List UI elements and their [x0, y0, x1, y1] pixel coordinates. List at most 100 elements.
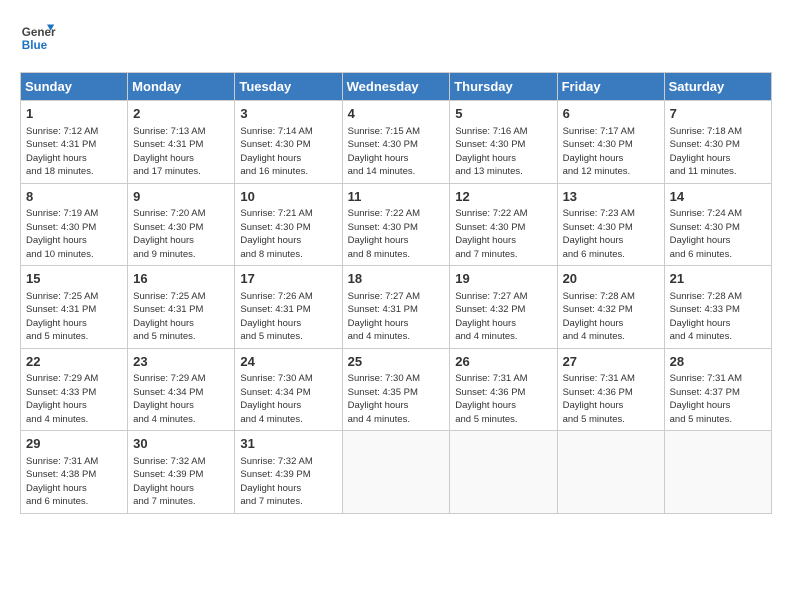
day-number: 30 [133, 435, 229, 453]
calendar-cell: 15 Sunrise: 7:25 AMSunset: 4:31 PMDaylig… [21, 266, 128, 349]
logo: General Blue [20, 20, 56, 56]
calendar-cell: 8 Sunrise: 7:19 AMSunset: 4:30 PMDayligh… [21, 183, 128, 266]
calendar-cell: 19 Sunrise: 7:27 AMSunset: 4:32 PMDaylig… [450, 266, 557, 349]
calendar-cell: 3 Sunrise: 7:14 AMSunset: 4:30 PMDayligh… [235, 101, 342, 184]
day-number: 9 [133, 188, 229, 206]
weekday-header-monday: Monday [128, 73, 235, 101]
day-number: 27 [563, 353, 659, 371]
calendar-cell: 4 Sunrise: 7:15 AMSunset: 4:30 PMDayligh… [342, 101, 450, 184]
day-number: 22 [26, 353, 122, 371]
calendar-cell: 30 Sunrise: 7:32 AMSunset: 4:39 PMDaylig… [128, 431, 235, 514]
day-number: 29 [26, 435, 122, 453]
day-number: 11 [348, 188, 445, 206]
calendar-cell [664, 431, 771, 514]
calendar-cell: 29 Sunrise: 7:31 AMSunset: 4:38 PMDaylig… [21, 431, 128, 514]
calendar-cell: 17 Sunrise: 7:26 AMSunset: 4:31 PMDaylig… [235, 266, 342, 349]
weekday-header-sunday: Sunday [21, 73, 128, 101]
day-number: 7 [670, 105, 766, 123]
day-info: Sunrise: 7:25 AMSunset: 4:31 PMDaylight … [133, 291, 205, 343]
day-info: Sunrise: 7:30 AMSunset: 4:35 PMDaylight … [348, 373, 420, 425]
day-info: Sunrise: 7:23 AMSunset: 4:30 PMDaylight … [563, 208, 635, 260]
calendar-week-2: 8 Sunrise: 7:19 AMSunset: 4:30 PMDayligh… [21, 183, 772, 266]
day-info: Sunrise: 7:29 AMSunset: 4:33 PMDaylight … [26, 373, 98, 425]
calendar-cell [450, 431, 557, 514]
day-info: Sunrise: 7:14 AMSunset: 4:30 PMDaylight … [240, 126, 312, 178]
day-number: 10 [240, 188, 336, 206]
weekday-header-wednesday: Wednesday [342, 73, 450, 101]
day-number: 20 [563, 270, 659, 288]
calendar-cell: 11 Sunrise: 7:22 AMSunset: 4:30 PMDaylig… [342, 183, 450, 266]
calendar-week-4: 22 Sunrise: 7:29 AMSunset: 4:33 PMDaylig… [21, 348, 772, 431]
calendar-cell: 16 Sunrise: 7:25 AMSunset: 4:31 PMDaylig… [128, 266, 235, 349]
day-number: 28 [670, 353, 766, 371]
day-info: Sunrise: 7:27 AMSunset: 4:32 PMDaylight … [455, 291, 527, 343]
day-info: Sunrise: 7:22 AMSunset: 4:30 PMDaylight … [455, 208, 527, 260]
calendar-cell: 28 Sunrise: 7:31 AMSunset: 4:37 PMDaylig… [664, 348, 771, 431]
day-number: 4 [348, 105, 445, 123]
calendar-week-1: 1 Sunrise: 7:12 AMSunset: 4:31 PMDayligh… [21, 101, 772, 184]
calendar-cell: 21 Sunrise: 7:28 AMSunset: 4:33 PMDaylig… [664, 266, 771, 349]
weekday-header-friday: Friday [557, 73, 664, 101]
calendar-cell [557, 431, 664, 514]
calendar-cell: 22 Sunrise: 7:29 AMSunset: 4:33 PMDaylig… [21, 348, 128, 431]
day-number: 14 [670, 188, 766, 206]
day-info: Sunrise: 7:25 AMSunset: 4:31 PMDaylight … [26, 291, 98, 343]
weekday-header-thursday: Thursday [450, 73, 557, 101]
day-number: 25 [348, 353, 445, 371]
calendar-cell: 24 Sunrise: 7:30 AMSunset: 4:34 PMDaylig… [235, 348, 342, 431]
day-number: 12 [455, 188, 551, 206]
day-info: Sunrise: 7:19 AMSunset: 4:30 PMDaylight … [26, 208, 98, 260]
calendar-cell: 5 Sunrise: 7:16 AMSunset: 4:30 PMDayligh… [450, 101, 557, 184]
day-info: Sunrise: 7:26 AMSunset: 4:31 PMDaylight … [240, 291, 312, 343]
weekday-header-tuesday: Tuesday [235, 73, 342, 101]
day-info: Sunrise: 7:16 AMSunset: 4:30 PMDaylight … [455, 126, 527, 178]
weekday-header-saturday: Saturday [664, 73, 771, 101]
day-info: Sunrise: 7:24 AMSunset: 4:30 PMDaylight … [670, 208, 742, 260]
day-info: Sunrise: 7:31 AMSunset: 4:37 PMDaylight … [670, 373, 742, 425]
svg-text:Blue: Blue [22, 39, 48, 52]
day-info: Sunrise: 7:32 AMSunset: 4:39 PMDaylight … [133, 456, 205, 508]
page-header: General Blue [20, 20, 772, 56]
calendar-cell: 23 Sunrise: 7:29 AMSunset: 4:34 PMDaylig… [128, 348, 235, 431]
day-number: 23 [133, 353, 229, 371]
calendar-cell: 31 Sunrise: 7:32 AMSunset: 4:39 PMDaylig… [235, 431, 342, 514]
day-info: Sunrise: 7:18 AMSunset: 4:30 PMDaylight … [670, 126, 742, 178]
day-info: Sunrise: 7:29 AMSunset: 4:34 PMDaylight … [133, 373, 205, 425]
calendar-cell: 9 Sunrise: 7:20 AMSunset: 4:30 PMDayligh… [128, 183, 235, 266]
logo-icon: General Blue [20, 20, 56, 56]
calendar-cell: 13 Sunrise: 7:23 AMSunset: 4:30 PMDaylig… [557, 183, 664, 266]
day-number: 3 [240, 105, 336, 123]
day-info: Sunrise: 7:30 AMSunset: 4:34 PMDaylight … [240, 373, 312, 425]
calendar-week-5: 29 Sunrise: 7:31 AMSunset: 4:38 PMDaylig… [21, 431, 772, 514]
calendar-cell [342, 431, 450, 514]
day-info: Sunrise: 7:12 AMSunset: 4:31 PMDaylight … [26, 126, 98, 178]
calendar-body: 1 Sunrise: 7:12 AMSunset: 4:31 PMDayligh… [21, 101, 772, 514]
day-number: 17 [240, 270, 336, 288]
calendar-table: SundayMondayTuesdayWednesdayThursdayFrid… [20, 72, 772, 514]
day-info: Sunrise: 7:31 AMSunset: 4:36 PMDaylight … [563, 373, 635, 425]
day-info: Sunrise: 7:20 AMSunset: 4:30 PMDaylight … [133, 208, 205, 260]
day-number: 13 [563, 188, 659, 206]
day-number: 6 [563, 105, 659, 123]
calendar-cell: 1 Sunrise: 7:12 AMSunset: 4:31 PMDayligh… [21, 101, 128, 184]
day-info: Sunrise: 7:31 AMSunset: 4:38 PMDaylight … [26, 456, 98, 508]
calendar-cell: 26 Sunrise: 7:31 AMSunset: 4:36 PMDaylig… [450, 348, 557, 431]
day-info: Sunrise: 7:32 AMSunset: 4:39 PMDaylight … [240, 456, 312, 508]
calendar-cell: 20 Sunrise: 7:28 AMSunset: 4:32 PMDaylig… [557, 266, 664, 349]
calendar-cell: 2 Sunrise: 7:13 AMSunset: 4:31 PMDayligh… [128, 101, 235, 184]
day-number: 16 [133, 270, 229, 288]
calendar-cell: 25 Sunrise: 7:30 AMSunset: 4:35 PMDaylig… [342, 348, 450, 431]
day-info: Sunrise: 7:27 AMSunset: 4:31 PMDaylight … [348, 291, 420, 343]
day-number: 31 [240, 435, 336, 453]
day-info: Sunrise: 7:22 AMSunset: 4:30 PMDaylight … [348, 208, 420, 260]
day-number: 19 [455, 270, 551, 288]
day-info: Sunrise: 7:21 AMSunset: 4:30 PMDaylight … [240, 208, 312, 260]
calendar-cell: 27 Sunrise: 7:31 AMSunset: 4:36 PMDaylig… [557, 348, 664, 431]
calendar-header-row: SundayMondayTuesdayWednesdayThursdayFrid… [21, 73, 772, 101]
calendar-cell: 6 Sunrise: 7:17 AMSunset: 4:30 PMDayligh… [557, 101, 664, 184]
day-number: 15 [26, 270, 122, 288]
calendar-cell: 14 Sunrise: 7:24 AMSunset: 4:30 PMDaylig… [664, 183, 771, 266]
day-number: 5 [455, 105, 551, 123]
day-info: Sunrise: 7:28 AMSunset: 4:32 PMDaylight … [563, 291, 635, 343]
day-info: Sunrise: 7:31 AMSunset: 4:36 PMDaylight … [455, 373, 527, 425]
